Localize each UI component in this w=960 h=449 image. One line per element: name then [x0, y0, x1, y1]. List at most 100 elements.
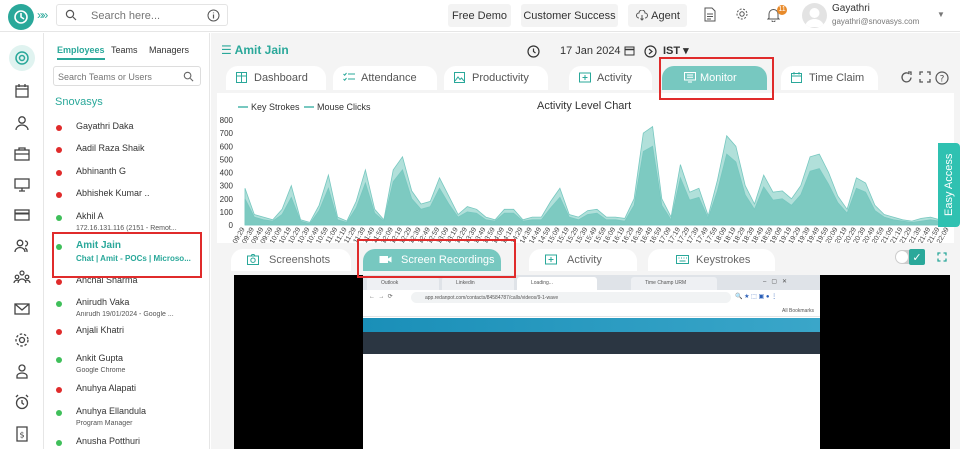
nav-alarm-clock-icon[interactable]: [13, 393, 31, 411]
nav-settings-icon[interactable]: [13, 331, 31, 349]
status-dot: [56, 192, 62, 198]
nav-org-icon[interactable]: [13, 268, 31, 286]
info-icon[interactable]: [207, 9, 220, 22]
customer-success-button[interactable]: Customer Success: [521, 4, 618, 27]
keyboard-icon: [676, 255, 689, 264]
easy-access-button[interactable]: Easy Access: [938, 143, 960, 227]
selected-employee[interactable]: ☰ Amit Jain: [221, 43, 289, 57]
legend-keystrokes[interactable]: Key Strokes: [251, 102, 300, 112]
tab-activity[interactable]: Activity: [569, 66, 652, 90]
tab-productivity-label: Productivity: [472, 72, 529, 84]
browser-nav-icons: ← → ⟳: [369, 294, 393, 300]
nav-briefcase-icon[interactable]: [13, 145, 31, 163]
tab-time-claim-label: Time Claim: [809, 72, 865, 84]
camera-icon: [247, 254, 259, 265]
subtab-activity-label: Activity: [567, 254, 602, 266]
tab-attendance[interactable]: Attendance: [333, 66, 437, 90]
legend-mouse-clicks[interactable]: Mouse Clicks: [317, 102, 371, 112]
tab-productivity[interactable]: Productivity: [444, 66, 548, 90]
window-controls: – ▢ ✕: [763, 279, 788, 285]
calendar-icon[interactable]: [624, 45, 635, 56]
date-display[interactable]: 17 Jan 2024: [560, 45, 621, 57]
free-demo-button[interactable]: Free Demo: [448, 4, 511, 27]
nav-card-icon[interactable]: [13, 206, 31, 224]
history-icon[interactable]: [527, 45, 540, 58]
search-icon: [183, 71, 194, 82]
check-icon[interactable]: ✓: [909, 249, 925, 265]
browser-tab-linkedin: Linkedin: [442, 277, 514, 290]
status-dot: [56, 301, 62, 307]
status-dot: [56, 387, 62, 393]
bookmarks-label: All Bookmarks: [782, 308, 814, 314]
document-icon[interactable]: [704, 7, 716, 22]
activity-chart-card: Key Strokes Mouse Clicks Activity Level …: [217, 93, 954, 243]
activity-level-chart: 800700600500400300200100009:2909:3909:49…: [220, 116, 951, 243]
highlight-monitor-tab: [659, 57, 774, 100]
tab-teams[interactable]: Teams: [111, 45, 138, 55]
nav-users-icon[interactable]: [13, 237, 31, 255]
legend-swatch-mouse-clicks: [304, 106, 314, 108]
tab-employees[interactable]: Employees: [57, 45, 105, 60]
status-dot: [56, 329, 62, 335]
user-email: gayathri@snovasys.com: [832, 17, 920, 26]
employee-name: Abhishek Kumar ..: [76, 188, 150, 198]
y-tick-label: 200: [220, 195, 234, 204]
expand-icon[interactable]: [937, 252, 947, 262]
employee-search[interactable]: [53, 66, 201, 86]
nav-mail-icon[interactable]: [13, 300, 31, 318]
employee-search-input[interactable]: [58, 70, 178, 83]
nav-invoice-icon[interactable]: $: [13, 425, 31, 443]
chevron-down-icon[interactable]: ▼: [937, 10, 945, 19]
highlight-screen-recordings-tab: [357, 239, 516, 278]
subtab-activity[interactable]: Activity: [529, 249, 637, 271]
status-dot: [56, 215, 62, 221]
arrow-right-circle-icon[interactable]: [644, 45, 657, 58]
subtab-keystrokes[interactable]: Keystrokes: [648, 249, 775, 271]
expand-sidebar-icon[interactable]: »»: [37, 8, 48, 22]
help-icon[interactable]: ?: [935, 71, 949, 85]
nav-desktop-icon[interactable]: [13, 176, 31, 194]
search-icon: [65, 9, 77, 21]
employee-activity: Program Manager: [76, 420, 133, 427]
nav-user-icon[interactable]: [13, 114, 31, 132]
tab-dashboard[interactable]: Dashboard: [226, 66, 326, 90]
employee-activity: Anirudh 19/01/2024 - Google ...: [76, 311, 174, 318]
tab-managers[interactable]: Managers: [149, 45, 189, 55]
tab-dashboard-label: Dashboard: [254, 72, 308, 84]
nav-profile-icon[interactable]: [13, 362, 31, 380]
status-dot: [56, 147, 62, 153]
avatar[interactable]: [802, 3, 827, 28]
left-nav: $: [0, 33, 44, 449]
agent-button-label: Agent: [651, 9, 680, 22]
tab-time-claim[interactable]: Time Claim: [781, 66, 878, 90]
user-name: Gayathri: [832, 3, 870, 14]
browser-tab-loading: Loading...: [517, 277, 597, 290]
app-logo[interactable]: [8, 4, 34, 30]
browser-tab-outlook: Outlook: [367, 277, 439, 290]
employee-name: Anjali Khatri: [76, 325, 125, 335]
global-search[interactable]: [56, 4, 228, 26]
global-search-input[interactable]: [91, 8, 201, 23]
status-dot: [56, 170, 62, 176]
timezone-select[interactable]: IST ▾: [663, 44, 689, 57]
nav-monitor-icon[interactable]: [9, 45, 35, 71]
tab-activity-label: Activity: [597, 72, 632, 84]
top-bar: »» Free Demo Customer Success Agent 11 G…: [0, 0, 960, 32]
employee-name: Anuhya Ellandula: [76, 406, 147, 416]
refresh-icon[interactable]: [900, 71, 913, 84]
main-content: ☰ Amit Jain 17 Jan 2024 IST ▾ Dashboard …: [211, 33, 960, 449]
employee-activity: 172.16.131.116 (2151 - Remot...: [76, 225, 177, 232]
employee-name: Anirudh Vaka: [76, 297, 130, 307]
fullscreen-icon[interactable]: [919, 71, 931, 83]
recording-player[interactable]: Outlook Linkedin Loading... Time Champ U…: [234, 275, 950, 449]
status-dot: [56, 357, 62, 363]
gear-icon[interactable]: [735, 7, 749, 21]
nav-calendar-icon[interactable]: [13, 82, 31, 100]
svg-text:?: ?: [940, 74, 945, 84]
subtab-keystrokes-label: Keystrokes: [696, 254, 751, 266]
subtab-screenshots[interactable]: Screenshots: [231, 249, 351, 271]
agent-button[interactable]: Agent: [628, 4, 687, 27]
checklist-icon: [343, 72, 355, 81]
y-tick-label: 600: [220, 142, 234, 151]
selected-employee-name: Amit Jain: [234, 43, 289, 57]
